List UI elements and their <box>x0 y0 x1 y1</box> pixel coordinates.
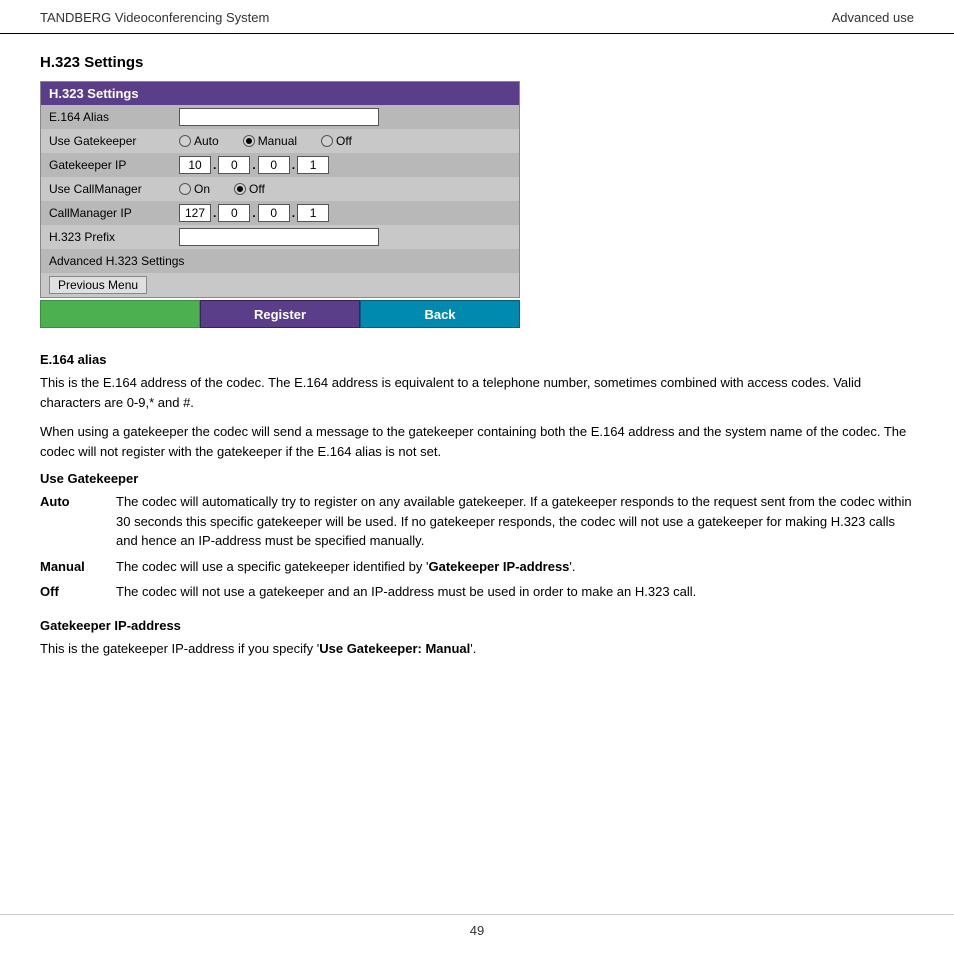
label-gatekeeper-ip: Gatekeeper IP <box>49 158 179 172</box>
radio-on-circle[interactable] <box>179 183 191 195</box>
desc-manual: The codec will use a specific gatekeeper… <box>116 557 914 577</box>
label-use-callmanager: Use CallManager <box>49 182 179 196</box>
page-footer: 49 <box>0 914 954 938</box>
row-gatekeeper-ip: Gatekeeper IP 10 . 0 . 0 . 1 <box>41 153 519 177</box>
term-off: Off <box>40 582 100 602</box>
radio-manual-label: Manual <box>258 134 297 148</box>
doc-e164-para2: When using a gatekeeper the codec will s… <box>40 422 914 461</box>
term-auto: Auto <box>40 492 100 551</box>
settings-title-bar: H.323 Settings <box>41 82 519 105</box>
main-content: H.323 Settings H.323 Settings E.164 Alia… <box>0 34 954 708</box>
gk-ip-octet1[interactable]: 10 <box>179 156 211 174</box>
row-use-gatekeeper: Use Gatekeeper Auto Manual Off <box>41 129 519 153</box>
label-use-gatekeeper: Use Gatekeeper <box>49 134 179 148</box>
row-advanced-h323[interactable]: Advanced H.323 Settings <box>41 249 519 273</box>
doc-e164-para1: This is the E.164 address of the codec. … <box>40 373 914 412</box>
cm-ip-octet2[interactable]: 0 <box>218 204 250 222</box>
radio-on-label: On <box>194 182 210 196</box>
callmanager-ip-group: 127 . 0 . 0 . 1 <box>179 204 329 222</box>
radio-auto-label: Auto <box>194 134 219 148</box>
page-header: TANDBERG Videoconferencing System Advanc… <box>0 0 954 34</box>
h323-prefix-input[interactable] <box>179 228 379 246</box>
gk-ip-octet4[interactable]: 1 <box>297 156 329 174</box>
callmanager-ip-controls: 127 . 0 . 0 . 1 <box>179 204 511 222</box>
register-button[interactable]: Register <box>200 300 360 328</box>
doc-gatekeeper-section: Use Gatekeeper Auto The codec will autom… <box>40 471 914 602</box>
cm-ip-octet1[interactable]: 127 <box>179 204 211 222</box>
header-section: Advanced use <box>832 10 914 25</box>
settings-panel: H.323 Settings E.164 Alias Use Gatekeepe… <box>40 81 520 298</box>
e164-alias-controls <box>179 108 511 126</box>
page-title: H.323 Settings <box>40 54 914 71</box>
gatekeeper-ip-group: 10 . 0 . 0 . 1 <box>179 156 329 174</box>
label-h323-prefix: H.323 Prefix <box>49 230 179 244</box>
doc-e164-heading: E.164 alias <box>40 352 914 367</box>
page-number: 49 <box>470 923 484 938</box>
label-callmanager-ip: CallManager IP <box>49 206 179 220</box>
gk-ip-octet2[interactable]: 0 <box>218 156 250 174</box>
doc-gkip-section: Gatekeeper IP-address This is the gateke… <box>40 618 914 659</box>
radio-off-circle[interactable] <box>321 135 333 147</box>
radio-auto[interactable]: Auto <box>179 134 219 148</box>
radio-manual[interactable]: Manual <box>243 134 297 148</box>
header-title: TANDBERG Videoconferencing System <box>40 10 269 25</box>
cm-ip-octet3[interactable]: 0 <box>258 204 290 222</box>
doc-section: E.164 alias This is the E.164 address of… <box>40 352 914 658</box>
doc-gkip-para: This is the gatekeeper IP-address if you… <box>40 639 914 659</box>
row-prev-menu: Previous Menu <box>41 273 519 297</box>
prev-menu-button[interactable]: Previous Menu <box>49 276 147 294</box>
radio-auto-circle[interactable] <box>179 135 191 147</box>
h323-prefix-controls <box>179 228 511 246</box>
gatekeeper-radio-group: Auto Manual Off <box>179 134 511 148</box>
radio-cm-off-circle[interactable] <box>234 183 246 195</box>
label-e164-alias: E.164 Alias <box>49 110 179 124</box>
cm-ip-octet4[interactable]: 1 <box>297 204 329 222</box>
radio-off-label: Off <box>336 134 352 148</box>
label-advanced-h323: Advanced H.323 Settings <box>49 254 184 268</box>
e164-alias-input[interactable] <box>179 108 379 126</box>
doc-gkip-heading: Gatekeeper IP-address <box>40 618 914 633</box>
callmanager-radio-group: On Off <box>179 182 511 196</box>
doc-term-off: Off The codec will not use a gatekeeper … <box>40 582 914 602</box>
doc-term-manual: Manual The codec will use a specific gat… <box>40 557 914 577</box>
doc-gatekeeper-heading: Use Gatekeeper <box>40 471 914 486</box>
row-use-callmanager: Use CallManager On Off <box>41 177 519 201</box>
row-callmanager-ip: CallManager IP 127 . 0 . 0 . 1 <box>41 201 519 225</box>
gk-ip-octet3[interactable]: 0 <box>258 156 290 174</box>
desc-off: The codec will not use a gatekeeper and … <box>116 582 914 602</box>
radio-off[interactable]: Off <box>321 134 352 148</box>
row-e164-alias: E.164 Alias <box>41 105 519 129</box>
radio-manual-circle[interactable] <box>243 135 255 147</box>
radio-cm-off[interactable]: Off <box>234 182 265 196</box>
back-button[interactable]: Back <box>360 300 520 328</box>
desc-auto: The codec will automatically try to regi… <box>116 492 914 551</box>
green-indicator <box>40 300 200 328</box>
term-manual: Manual <box>40 557 100 577</box>
button-bar: Register Back <box>40 300 520 328</box>
gatekeeper-ip-controls: 10 . 0 . 0 . 1 <box>179 156 511 174</box>
radio-cm-off-label: Off <box>249 182 265 196</box>
doc-term-auto: Auto The codec will automatically try to… <box>40 492 914 551</box>
radio-on[interactable]: On <box>179 182 210 196</box>
row-h323-prefix: H.323 Prefix <box>41 225 519 249</box>
doc-e164-section: E.164 alias This is the E.164 address of… <box>40 352 914 461</box>
